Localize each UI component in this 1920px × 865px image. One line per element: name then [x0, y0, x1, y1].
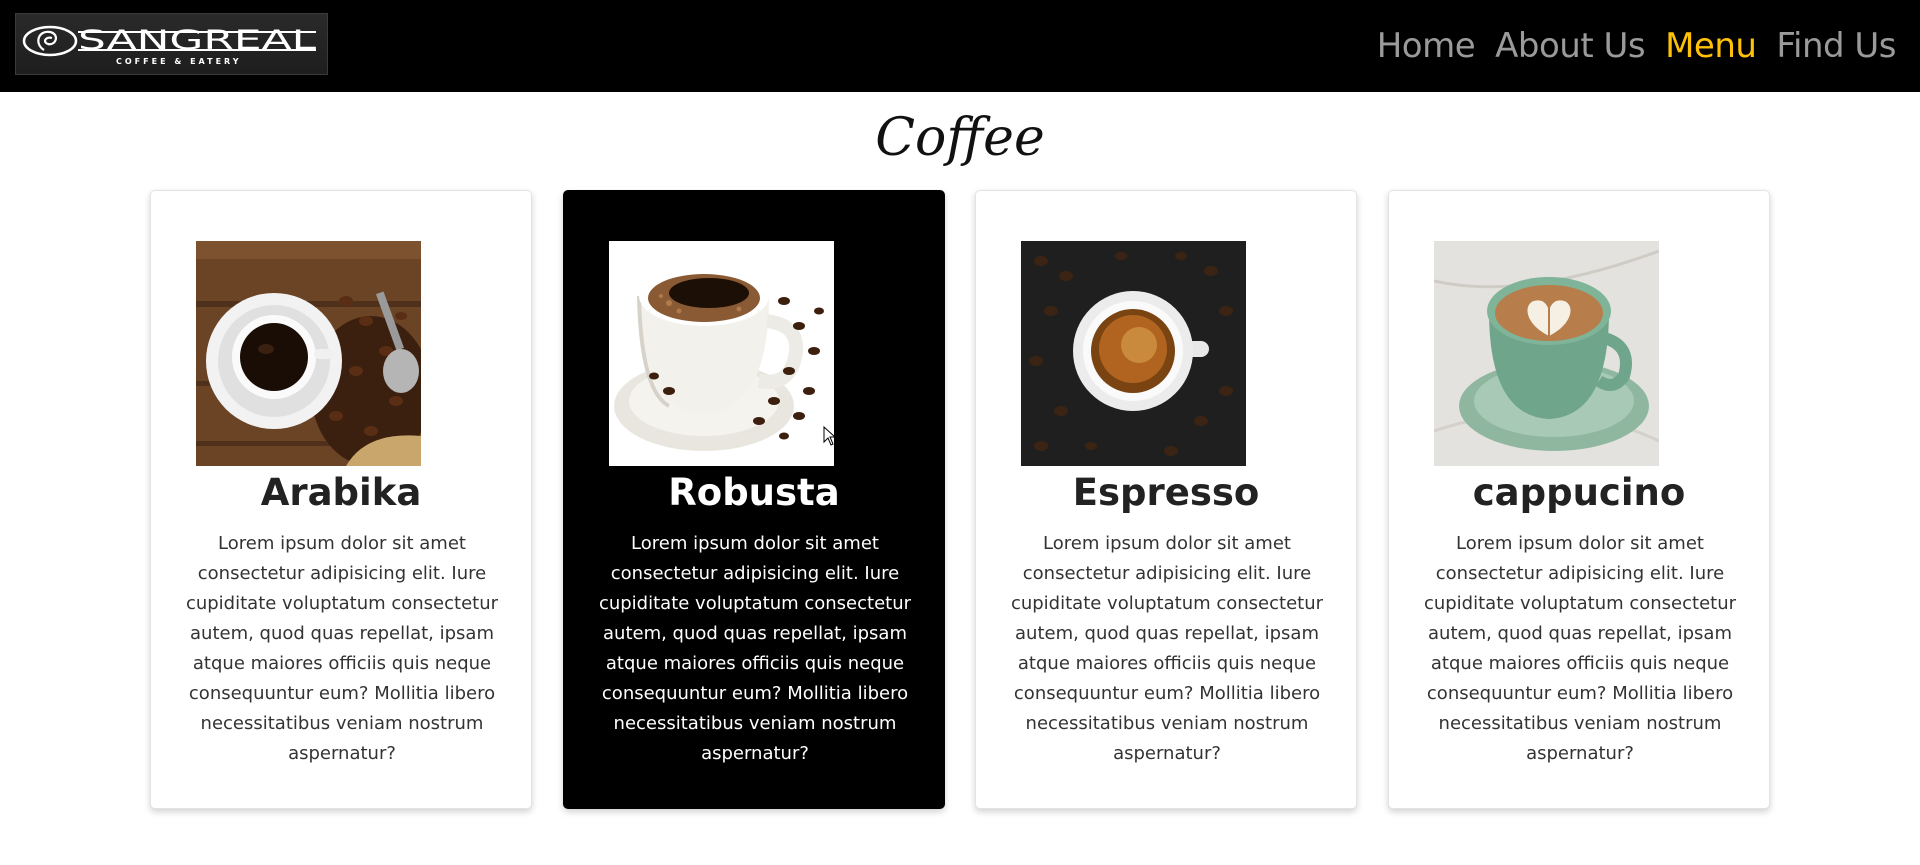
card-description: Lorem ipsum dolor sit amet consectetur a… [1423, 533, 1737, 764]
nav-home-link[interactable]: Home [1377, 26, 1476, 66]
coffee-cup-on-wood-icon [196, 241, 421, 466]
svg-text:SANGREAL: SANGREAL [78, 25, 316, 56]
nav-about-us-link[interactable]: About Us [1495, 26, 1645, 66]
card-description: Lorem ipsum dolor sit amet consectetur a… [1010, 533, 1324, 764]
card-title: Robusta [668, 471, 840, 514]
coffee-card-robusta[interactable]: Robusta Lorem ipsum dolor sit amet conse… [563, 190, 945, 809]
card-description: Lorem ipsum dolor sit amet consectetur a… [598, 533, 912, 764]
svg-text:COFFEE & EATERY: COFFEE & EATERY [116, 57, 242, 66]
coffee-card-espresso[interactable]: Espresso Lorem ipsum dolor sit amet cons… [975, 190, 1357, 809]
card-title: Arabika [260, 471, 422, 514]
espresso-cup-icon [1021, 241, 1246, 466]
nav-menu-link[interactable]: Menu [1665, 26, 1757, 66]
navbar: SANGREAL COFFEE & EATERY Home About Us M… [0, 0, 1920, 92]
coffee-card-cappucino[interactable]: cappucino Lorem ipsum dolor sit amet con… [1388, 190, 1770, 809]
card-description: Lorem ipsum dolor sit amet consectetur a… [185, 533, 499, 764]
card-title: Espresso [1072, 471, 1260, 514]
card-title: cappucino [1472, 471, 1686, 514]
coffee-card-arabika[interactable]: Arabika Lorem ipsum dolor sit amet conse… [150, 190, 532, 809]
brand-logo[interactable]: SANGREAL COFFEE & EATERY [15, 13, 328, 75]
coffee-cards: Arabika Lorem ipsum dolor sit amet conse… [0, 190, 1920, 810]
coffee-cup-on-saucer-icon [609, 241, 834, 466]
logo-graphic: SANGREAL COFFEE & EATERY [22, 25, 316, 66]
nav-links: Home About Us Menu Find Us [1377, 0, 1897, 92]
latte-art-cup-icon [1434, 241, 1659, 466]
section-title: Coffee [875, 108, 1045, 168]
nav-find-us-link[interactable]: Find Us [1776, 26, 1896, 66]
